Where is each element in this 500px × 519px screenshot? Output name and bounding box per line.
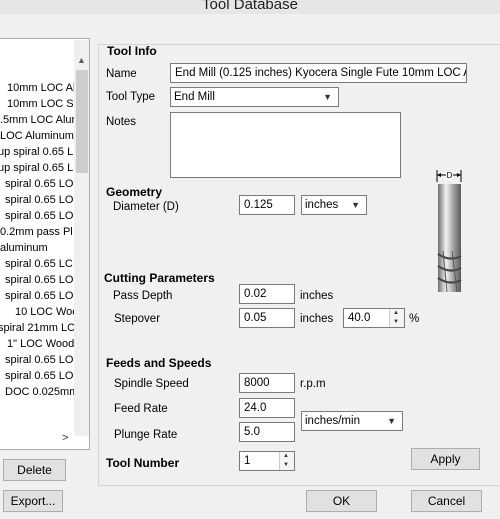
pass-depth-unit: inches — [300, 290, 334, 302]
notes-field[interactable] — [170, 112, 401, 178]
list-item[interactable]: spiral 0.65 LO — [5, 288, 73, 304]
tool-number-value: 1 — [244, 455, 251, 467]
spindle-speed-field[interactable]: 8000 — [239, 373, 295, 393]
list-item[interactable]: DOC 0.025mm — [5, 384, 78, 400]
name-field[interactable]: End Mill (0.125 inches) Kyocera Single F… — [170, 63, 467, 83]
tool-number-label: Tool Number — [106, 456, 180, 470]
notes-label: Notes — [106, 116, 137, 128]
scroll-right-icon[interactable]: > — [62, 432, 68, 444]
apply-button[interactable]: Apply — [411, 448, 480, 470]
geometry-heading: Geometry — [106, 185, 163, 199]
spindle-speed-label: Spindle Speed — [114, 378, 189, 390]
diameter-label: Diameter (D) — [113, 201, 179, 213]
list-item[interactable]: spiral 21mm LO — [0, 320, 76, 336]
chevron-down-icon: ▼ — [387, 416, 396, 426]
list-item[interactable]: 10mm LOC Alu — [7, 80, 82, 96]
spin-down-icon[interactable]: ▼ — [283, 461, 289, 469]
spin-up-icon[interactable]: ▲ — [283, 452, 289, 460]
stepover-percent-value: 40.0 — [348, 312, 371, 324]
list-item[interactable]: spiral 0.65 LO — [5, 176, 73, 192]
chevron-down-icon: ▼ — [323, 92, 332, 102]
diameter-unit-value: inches — [305, 199, 339, 211]
export-button[interactable]: Export... — [3, 490, 63, 512]
spin-down-icon[interactable]: ▼ — [393, 318, 399, 326]
list-item[interactable]: spiral 0.65 LO — [5, 352, 73, 368]
plunge-rate-field[interactable]: 5.0 — [239, 422, 295, 442]
cutting-parameters-heading: Cutting Parameters — [104, 271, 215, 285]
scroll-up-icon[interactable]: ▲ — [77, 55, 86, 65]
percent-sign: % — [409, 313, 420, 325]
list-item[interactable]: up spiral 0.65 L — [0, 144, 73, 160]
list-item[interactable]: spiral 0.65 LO — [5, 272, 73, 288]
list-item[interactable]: spiral 0.65 LO — [5, 208, 73, 224]
list-item[interactable]: up spiral 0.65 L — [0, 160, 73, 176]
tool-info-heading: Tool Info — [107, 44, 157, 58]
pass-depth-label: Pass Depth — [113, 290, 173, 302]
list-item[interactable]: 0.2mm pass Pl — [0, 224, 73, 240]
scrollbar-thumb[interactable] — [76, 70, 88, 173]
list-item[interactable]: aluminum — [0, 240, 48, 256]
tool-type-select[interactable]: End Mill ▼ — [170, 87, 339, 107]
tool-type-value: End Mill — [174, 91, 215, 103]
list-item[interactable]: spiral 0.65 LC — [5, 256, 73, 272]
spindle-unit: r.p.m — [300, 378, 326, 390]
list-item[interactable]: spiral 0.65 LO — [5, 368, 73, 384]
diameter-unit-select[interactable]: inches ▼ — [301, 195, 367, 215]
stepover-percent-field[interactable]: 40.0 ▲ ▼ — [343, 308, 405, 328]
list-item[interactable]: spiral 0.65 LO — [5, 192, 73, 208]
title-bar: Tool Database — [0, 0, 500, 14]
diameter-diagram-label: D — [447, 171, 453, 180]
tool-number-field[interactable]: 1 ▲ ▼ — [239, 451, 295, 471]
list-item[interactable]: LOC Aluminum — [0, 128, 74, 144]
name-label: Name — [106, 68, 137, 80]
list-item[interactable]: .5mm LOC Alum — [0, 112, 81, 128]
end-mill-diagram: D — [435, 166, 465, 296]
stepover-field[interactable]: 0.05 — [239, 308, 295, 328]
rate-unit-select[interactable]: inches/min ▼ — [301, 411, 403, 431]
chevron-down-icon: ▼ — [351, 200, 360, 210]
rate-unit-value: inches/min — [305, 415, 360, 427]
stepover-label: Stepover — [114, 313, 161, 325]
tool-type-label: Tool Type — [106, 91, 156, 103]
diameter-field[interactable]: 0.125 — [239, 195, 295, 215]
feed-rate-label: Feed Rate — [114, 403, 168, 415]
feed-rate-field[interactable]: 24.0 — [239, 398, 295, 418]
cancel-button[interactable]: Cancel — [411, 490, 482, 512]
list-item[interactable]: 1" LOC Wood I — [7, 336, 80, 352]
stepover-unit: inches — [300, 313, 334, 325]
plunge-rate-label: Plunge Rate — [114, 429, 178, 441]
spin-up-icon[interactable]: ▲ — [393, 309, 399, 317]
ok-button[interactable]: OK — [306, 490, 377, 512]
tool-number-spinner[interactable]: ▲ ▼ — [279, 452, 294, 470]
feeds-speeds-heading: Feeds and Speeds — [106, 356, 212, 370]
pass-depth-field[interactable]: 0.02 — [239, 284, 295, 304]
window-title: Tool Database — [202, 0, 298, 13]
delete-button[interactable]: Delete — [3, 459, 66, 481]
stepover-spinner[interactable]: ▲ ▼ — [389, 309, 404, 327]
